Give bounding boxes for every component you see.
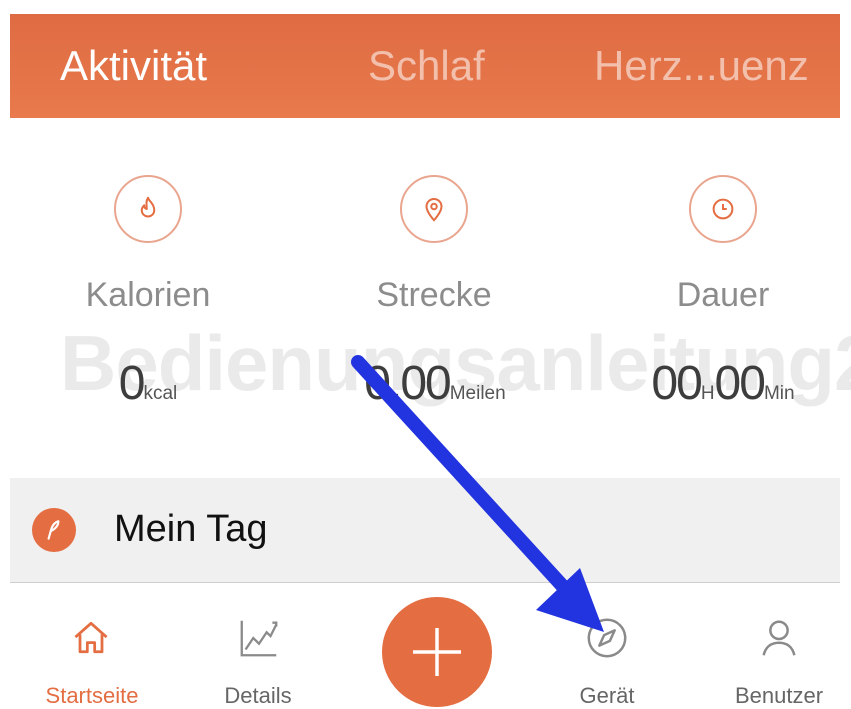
nav-label-benutzer[interactable]: Benutzer xyxy=(714,683,844,709)
metric-label-strecke: Strecke xyxy=(376,276,492,314)
dauer-minutes-unit: Min xyxy=(763,383,795,404)
nav-label-startseite[interactable]: Startseite xyxy=(24,683,160,709)
tab-schlaf[interactable]: Schlaf xyxy=(368,42,485,90)
compass-icon[interactable] xyxy=(580,611,634,665)
flame-icon xyxy=(114,175,182,243)
plus-icon xyxy=(413,628,461,676)
kalorien-unit: kcal xyxy=(143,383,178,404)
strecke-value: 0,00 xyxy=(364,357,451,410)
mein-tag-row[interactable]: Mein Tag xyxy=(10,478,840,583)
dauer-minutes: 00 xyxy=(714,357,766,410)
metric-label-dauer: Dauer xyxy=(676,276,770,314)
home-icon[interactable] xyxy=(64,611,118,665)
feather-icon xyxy=(32,508,76,552)
user-icon[interactable] xyxy=(752,611,806,665)
top-tab-bar: Aktivität Schlaf Herz...uenz xyxy=(10,14,840,129)
dauer-hours-unit: H xyxy=(700,383,715,404)
clock-icon xyxy=(689,175,757,243)
strecke-unit: Meilen xyxy=(449,383,506,404)
tab-herzfrequenz[interactable]: Herz...uenz xyxy=(594,42,809,90)
nav-label-geraet[interactable]: Gerät xyxy=(550,683,664,709)
metric-value-dauer: 00H00Min xyxy=(613,356,833,411)
metric-label-kalorien: Kalorien xyxy=(85,276,211,314)
nav-label-details[interactable]: Details xyxy=(194,683,322,709)
dauer-hours: 00 xyxy=(651,357,702,410)
metric-value-strecke: 0,00Meilen xyxy=(320,356,550,411)
bottom-tab-bar: Startseite Details Gerät Benutzer xyxy=(10,583,840,709)
add-button[interactable] xyxy=(382,597,492,707)
chart-icon[interactable] xyxy=(232,611,286,665)
tab-aktivitaet[interactable]: Aktivität xyxy=(60,42,207,90)
active-tab-indicator xyxy=(148,118,170,129)
metric-value-kalorien: 0kcal xyxy=(48,356,248,411)
kalorien-value: 0 xyxy=(118,357,146,410)
location-pin-icon xyxy=(400,175,468,243)
mein-tag-label: Mein Tag xyxy=(114,508,268,550)
